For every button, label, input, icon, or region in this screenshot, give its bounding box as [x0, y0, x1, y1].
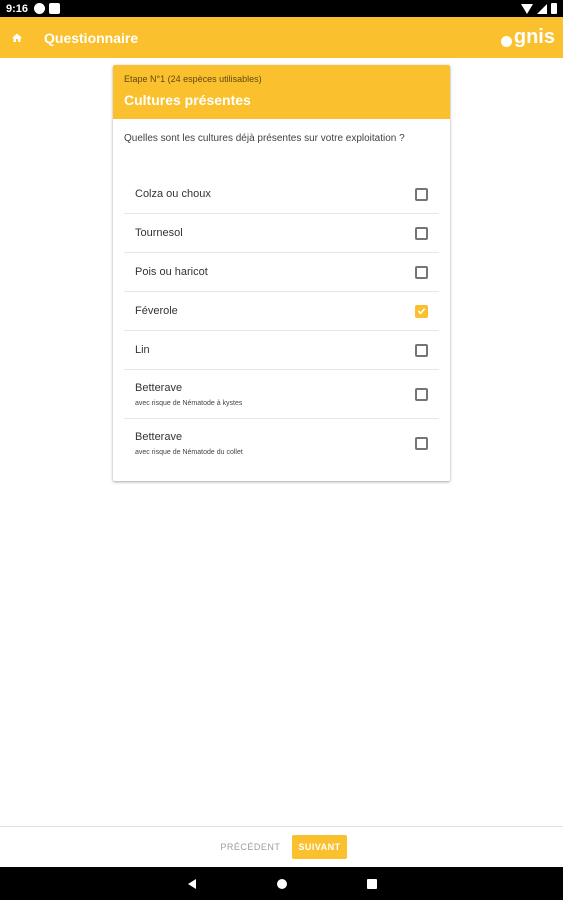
option-checkbox[interactable] — [415, 387, 428, 401]
option-row[interactable]: Lin — [124, 331, 439, 370]
system-nav-bar — [0, 867, 563, 900]
recents-icon[interactable] — [327, 878, 417, 890]
option-row[interactable]: Betterave avec risque de Nématode du col… — [124, 419, 439, 468]
option-sublabel: avec risque de Nématode du collet — [135, 449, 243, 456]
option-label: Féverole — [135, 305, 178, 317]
option-checkbox[interactable] — [415, 437, 428, 450]
gnis-logo: gnis — [500, 26, 555, 49]
option-checkbox[interactable] — [415, 265, 428, 279]
option-row[interactable]: Tournesol — [124, 214, 439, 253]
card-heading: Cultures présentes — [124, 92, 251, 108]
option-row[interactable]: Colza ou choux — [124, 175, 439, 214]
sd-card-icon — [49, 3, 61, 14]
home-nav-icon[interactable] — [237, 878, 327, 890]
option-row[interactable]: Pois ou haricot — [124, 253, 439, 292]
question-text: Quelles sont les cultures déjà présentes… — [124, 133, 405, 144]
next-button[interactable]: SUIVANT — [292, 835, 347, 859]
option-checkbox[interactable] — [415, 343, 428, 357]
option-label: Lin — [135, 344, 150, 356]
step-label: Etape N°1 (24 espèces utilisables) — [124, 74, 262, 84]
back-icon[interactable] — [147, 878, 237, 890]
option-row[interactable]: Betterave avec risque de Nématode à kyst… — [124, 370, 439, 419]
wifi-icon — [521, 3, 533, 14]
question-card: Etape N°1 (24 espèces utilisables) Cultu… — [113, 65, 450, 481]
footer-nav: PRÉCÉDENT SUIVANT — [0, 826, 563, 867]
page-title: Questionnaire — [44, 29, 139, 46]
card-header: Etape N°1 (24 espèces utilisables) Cultu… — [113, 65, 450, 119]
options-list: Colza ou choux Tournesol Pois ou haricot… — [113, 175, 450, 468]
logo-dot-icon — [500, 36, 512, 47]
option-label: Betterave — [135, 381, 183, 394]
option-row[interactable]: Féverole — [124, 292, 439, 331]
status-time: 9:16 — [6, 2, 29, 15]
option-label: Pois ou haricot — [135, 266, 208, 278]
previous-button[interactable]: PRÉCÉDENT — [216, 836, 284, 858]
option-sublabel: avec risque de Nématode à kystes — [135, 399, 243, 407]
logo-text: gnis — [513, 26, 555, 48]
battery-icon — [551, 3, 557, 14]
app-notification-icon — [34, 3, 46, 14]
app-bar: Questionnaire gnis — [0, 17, 563, 58]
option-label: Tournesol — [135, 227, 183, 239]
option-checkbox[interactable] — [415, 226, 428, 240]
status-bar: 9:16 — [0, 0, 563, 17]
option-checkbox-checked[interactable] — [415, 304, 428, 318]
signal-icon — [537, 3, 547, 14]
home-icon[interactable] — [0, 17, 34, 58]
option-label: Colza ou choux — [135, 188, 211, 200]
option-checkbox[interactable] — [415, 187, 428, 201]
option-label: Betterave — [135, 431, 183, 443]
